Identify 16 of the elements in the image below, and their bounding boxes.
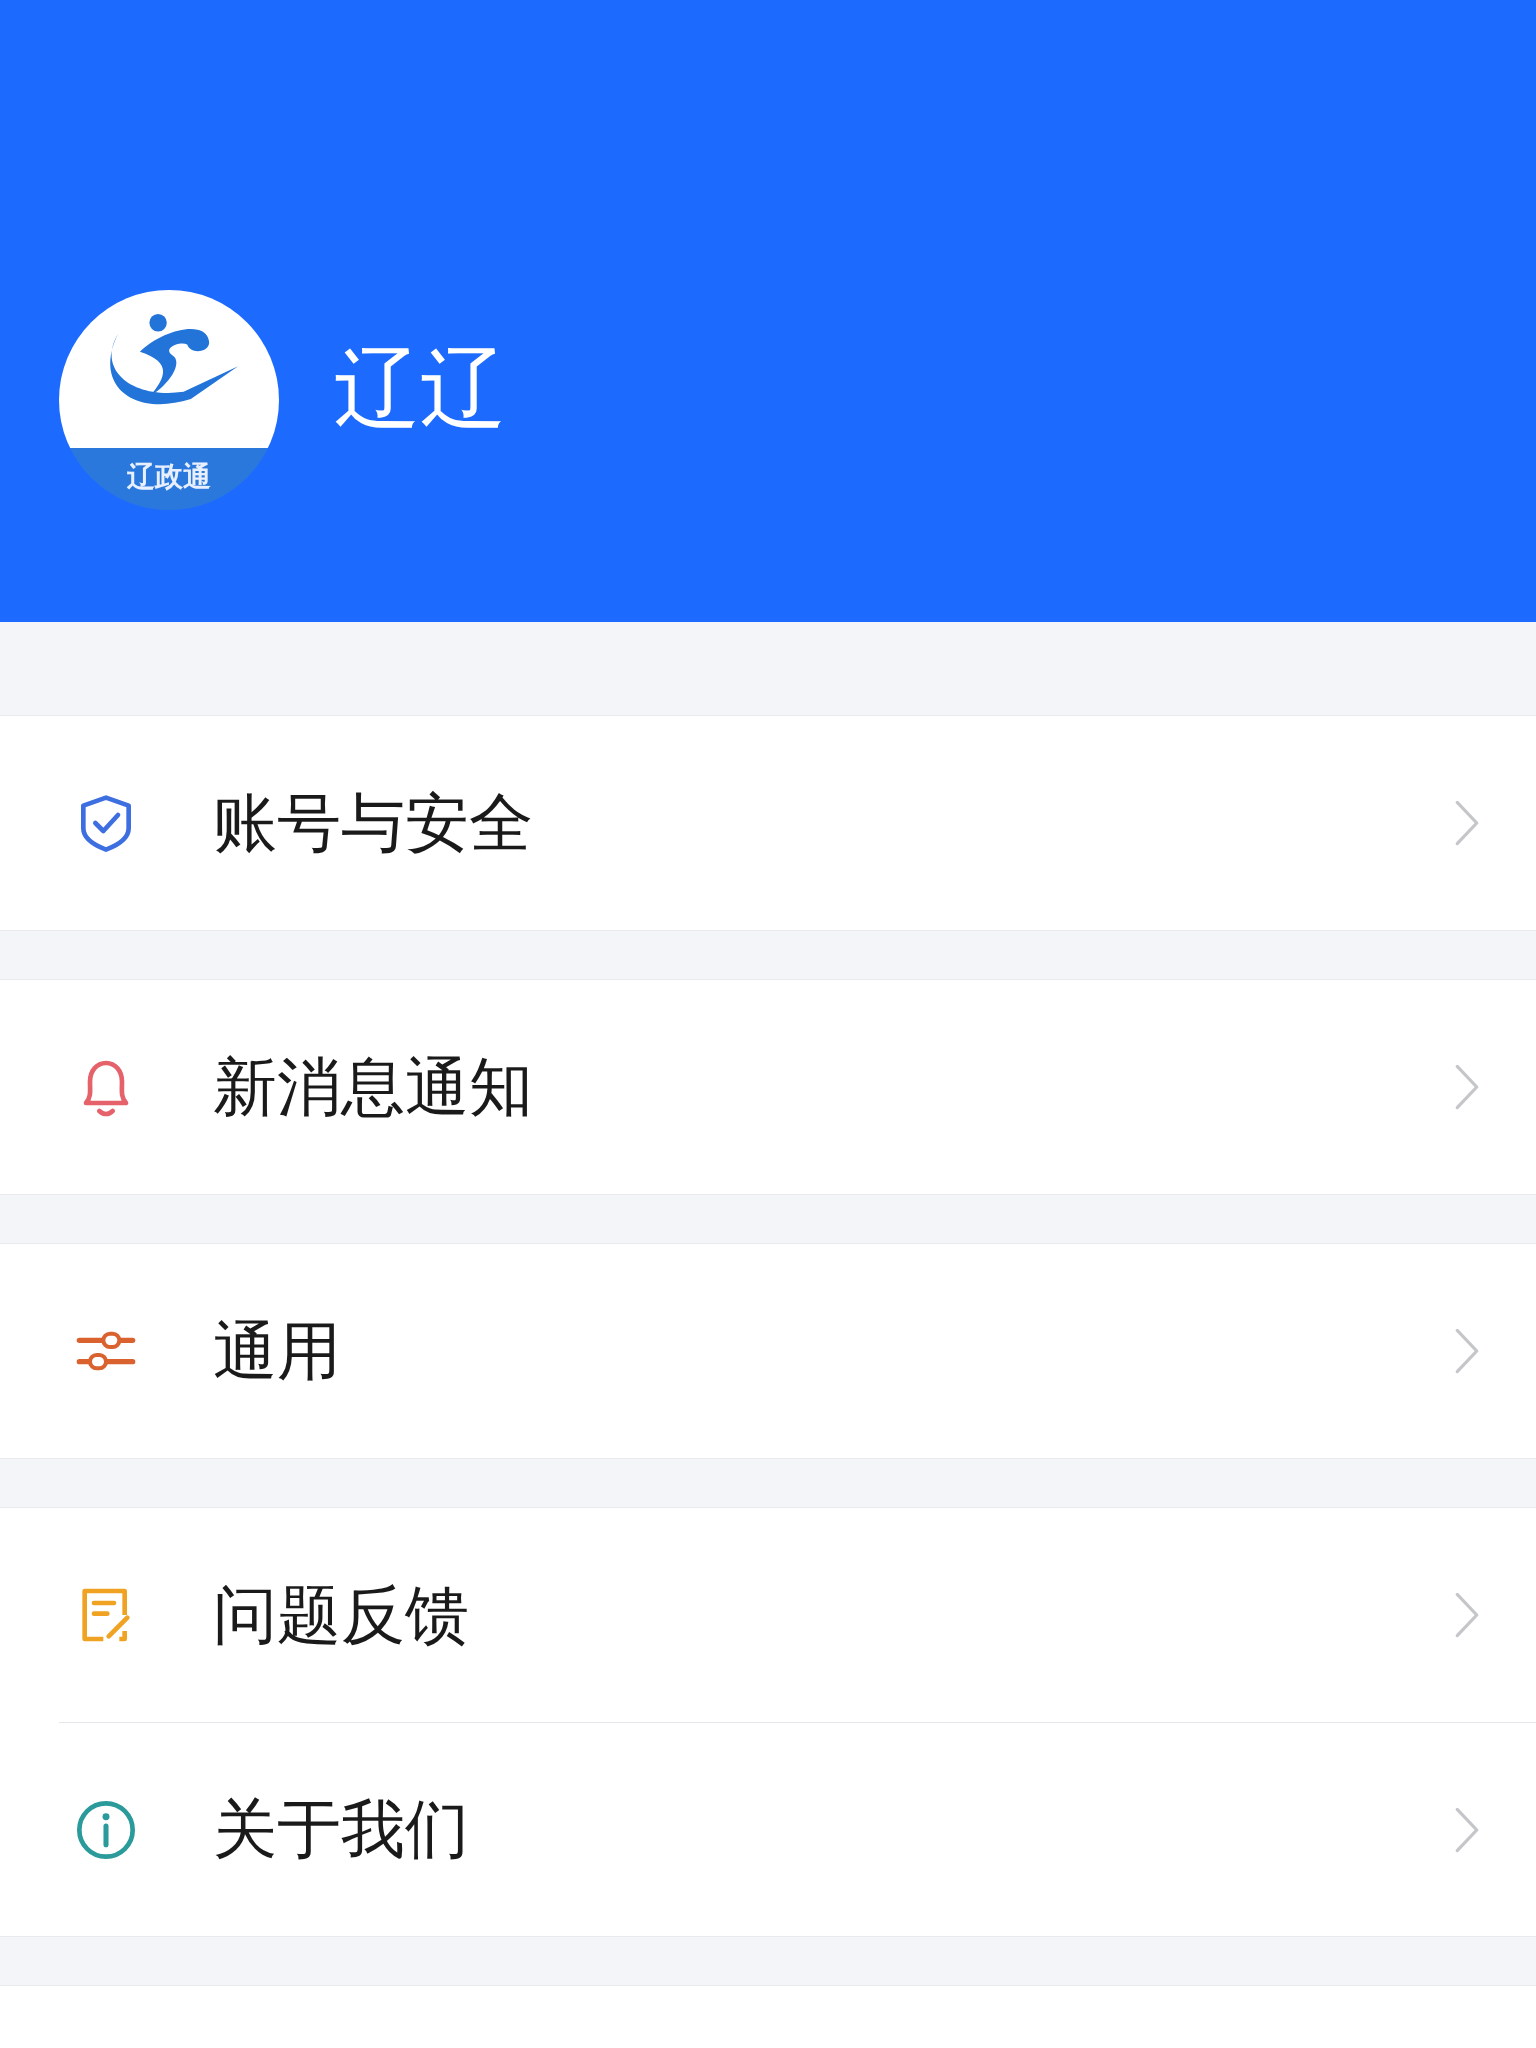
logo-caption: 辽政通 <box>126 459 212 495</box>
settings-item[interactable]: 账号与安全 <box>0 716 1536 930</box>
user-name: 辽辽 <box>334 345 506 431</box>
item-label: 通用 <box>213 1312 342 1390</box>
chevron-right-icon <box>1454 799 1480 847</box>
settings-item[interactable]: 问题反馈 <box>0 1508 1536 1722</box>
item-label: 新消息通知 <box>213 1048 534 1126</box>
chevron-right-icon <box>1454 1063 1480 1111</box>
item-label: 问题反馈 <box>213 1576 470 1654</box>
chevron-right-icon <box>1454 1805 1480 1854</box>
item-label: 账号与安全 <box>213 784 534 862</box>
settings-item[interactable]: 新消息通知 <box>0 980 1536 1194</box>
chevron-right-icon <box>1454 1591 1480 1639</box>
settings-item[interactable]: 通用 <box>0 1244 1536 1458</box>
item-label: 关于我们 <box>213 1791 470 1868</box>
chevron-right-icon <box>1454 1327 1480 1375</box>
